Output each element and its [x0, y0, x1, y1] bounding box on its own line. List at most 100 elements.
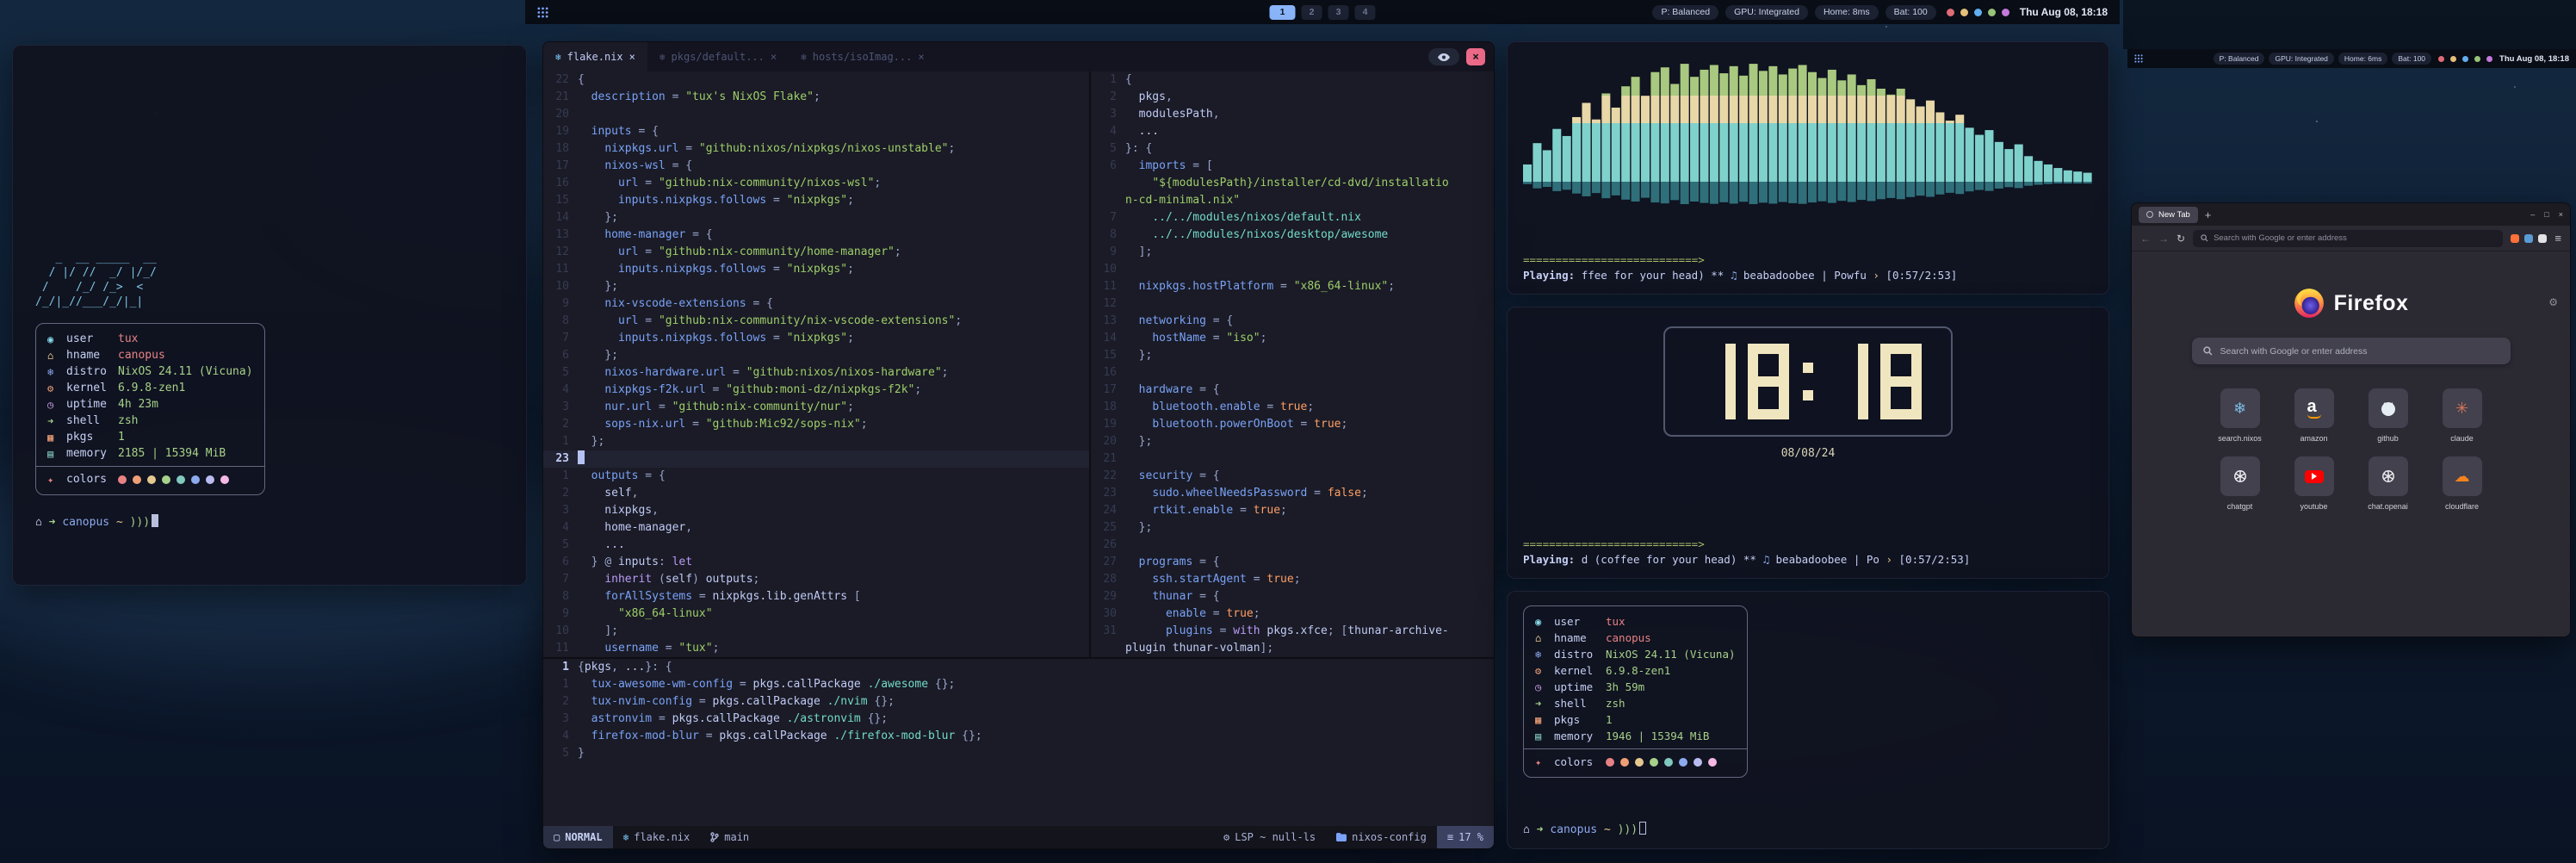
tray-icon-4[interactable]	[1988, 9, 1996, 16]
editor-tab-2[interactable]: ❄hosts/isoImag...×	[789, 42, 936, 71]
line-number: 1	[543, 676, 578, 693]
code-line: 17 hardware = {	[1091, 382, 1494, 399]
tray-icon-3[interactable]	[1974, 9, 1982, 16]
fetch-window[interactable]: ◉usertux⌂hnamecanopus❄distroNixOS 24.11 …	[1507, 591, 2109, 849]
code-line: 4 firefox-mod-blur = pkgs.callPackage ./…	[543, 728, 1494, 745]
newtab-search-bar[interactable]: Search with Google or enter address	[2192, 338, 2511, 364]
code-pane-bottom[interactable]: 1{pkgs, ...}: {1 tux-awesome-wm-config =…	[543, 659, 1494, 826]
line-number: 11	[543, 261, 578, 278]
browser-tab[interactable]: New Tab	[2139, 207, 2198, 223]
tab-close-icon[interactable]: ×	[771, 51, 777, 63]
status-pill-3[interactable]: Bat: 100	[2392, 53, 2431, 65]
code-line: 19 inputs = {	[543, 123, 1089, 140]
shortcut-youtube[interactable]: youtube	[2277, 456, 2351, 511]
editor-tab-0[interactable]: ❄flake.nix×	[543, 42, 647, 71]
tab-close-icon[interactable]: ×	[629, 51, 635, 63]
editor-tab-1[interactable]: ❄pkgs/default...×	[647, 42, 789, 71]
reload-button[interactable]: ↻	[2177, 233, 2185, 245]
code-pane-left[interactable]: 22{21 description = "tux's NixOS Flake";…	[543, 71, 1089, 657]
code-line: 5 nixos-hardware.url = "github:nixos/nix…	[543, 364, 1089, 382]
code-text: };	[578, 347, 618, 364]
minimize-button[interactable]: –	[2530, 210, 2535, 219]
tray-icon-1[interactable]	[2438, 56, 2444, 62]
extension-icon-3[interactable]	[2538, 234, 2547, 243]
tray-icon-4[interactable]	[2474, 56, 2480, 62]
visualizer-window[interactable]: ===========================> Playing: ff…	[1507, 41, 2109, 295]
tray-icon-2[interactable]	[1960, 9, 1968, 16]
shortcut-chat.openai[interactable]: chat.openai	[2351, 456, 2425, 511]
clock-window[interactable]: 08/08/24 ===========================> Pl…	[1507, 307, 2109, 579]
workspace-button-4[interactable]: 4	[1355, 5, 1376, 20]
fetch-row: ▦pkgs1	[1535, 711, 1736, 728]
close-button[interactable]: ×	[2559, 210, 2563, 219]
bar-clock[interactable]: Thu Aug 08, 18:18	[2499, 54, 2569, 64]
fetch-label: kernel	[1554, 664, 1606, 677]
preview-toggle-button[interactable]	[1428, 48, 1459, 65]
line-number: 3	[543, 399, 578, 416]
shortcut-icon-box	[2294, 456, 2334, 496]
status-pill-0[interactable]: P: Balanced	[2214, 53, 2265, 65]
shortcut-amazon[interactable]: aamazon	[2277, 388, 2351, 443]
bar-clock[interactable]: Thu Aug 08, 18:18	[2020, 6, 2108, 18]
tray-icon-2[interactable]	[2450, 56, 2456, 62]
fetch-divider	[36, 466, 264, 467]
window-controls: –□ ×	[2530, 210, 2563, 219]
code-line: 23	[543, 450, 1089, 468]
prompt-panel[interactable]: ⌂ ➜ canopus ~ )))	[1523, 822, 2093, 836]
shortcut-cloudflare[interactable]: ☁cloudflare	[2425, 456, 2499, 511]
fetch-label: shell	[66, 414, 118, 427]
tray-icon-1[interactable]	[1947, 9, 1954, 16]
line-number: 4	[543, 519, 578, 537]
line-number: 1	[543, 433, 578, 450]
fetch-value: zsh	[118, 414, 138, 427]
code-text: nix-vscode-extensions = {	[578, 295, 773, 313]
status-pill-1[interactable]: GPU: Integrated	[2269, 53, 2333, 65]
workspace-button-2[interactable]: 2	[1302, 5, 1322, 20]
shortcut-search.nixos[interactable]: ❄search.nixos	[2203, 388, 2277, 443]
tray-icon-5[interactable]	[2002, 9, 2009, 16]
app-launcher-icon[interactable]	[537, 7, 548, 18]
tray-icon-3[interactable]	[2462, 56, 2468, 62]
window-close-button[interactable]: ×	[1466, 48, 1485, 65]
fetch-label: memory	[1554, 730, 1606, 742]
workspace-button-1[interactable]: 1	[1270, 5, 1296, 20]
code-line: 11 username = "tux";	[543, 640, 1089, 657]
shortcut-claude[interactable]: ✳claude	[2425, 388, 2499, 443]
status-pill-3[interactable]: Bat: 100	[1886, 5, 1936, 20]
tab-close-icon[interactable]: ×	[918, 51, 924, 63]
code-pane-right[interactable]: 1{2 pkgs,3 modulesPath,4 ...5}: {6 impor…	[1091, 71, 1494, 657]
new-tab-button[interactable]: +	[2205, 208, 2212, 221]
status-pill-0[interactable]: P: Balanced	[1652, 5, 1718, 20]
status-pill-2[interactable]: Home: 6ms	[2338, 53, 2387, 65]
line-number: 28	[1091, 571, 1125, 588]
prompt-part: ⌂	[35, 516, 49, 529]
extension-icon-2[interactable]	[2524, 234, 2533, 243]
branch-segment: main	[700, 826, 759, 848]
terminal-window-left[interactable]: _ __ _____ __ / |/ // _/ |/_/ / /_/ /_> …	[12, 45, 527, 586]
workspace-button-3[interactable]: 3	[1328, 5, 1349, 20]
line-number: 10	[543, 623, 578, 640]
status-pill-2[interactable]: Home: 8ms	[1815, 5, 1879, 20]
extension-icon-1[interactable]	[2511, 234, 2519, 243]
code-text: sudo.wheelNeedsPassword = false;	[1125, 485, 1368, 502]
maximize-button[interactable]: □	[2544, 210, 2548, 219]
menu-button[interactable]: ≡	[2554, 232, 2561, 245]
line-number: 2	[543, 485, 578, 502]
app-launcher-icon[interactable]	[2134, 54, 2143, 63]
playing-artist: beabadoobee | Po	[1776, 553, 1886, 566]
openai-icon	[2232, 468, 2249, 485]
digital-clock	[1663, 326, 1953, 437]
personalize-gear-icon[interactable]: ⚙	[2548, 296, 2558, 308]
code-text: nixpkgs.url = "github:nixos/nixpkgs/nixo…	[578, 140, 955, 158]
status-pill-1[interactable]: GPU: Integrated	[1725, 5, 1808, 20]
code-text: ../../modules/nixos/desktop/awesome	[1125, 227, 1388, 244]
back-button[interactable]: ←	[2140, 233, 2151, 245]
code-line: 7 inputs.nixpkgs.follows = "nixpkgs";	[543, 330, 1089, 347]
shortcut-chatgpt[interactable]: chatgpt	[2203, 456, 2277, 511]
code-text: n-cd-minimal.nix"	[1125, 192, 1240, 209]
prompt-left[interactable]: ⌂ ➜ canopus ~ )))	[35, 514, 504, 529]
url-bar[interactable]: Search with Google or enter address	[2193, 230, 2503, 247]
tray-icon-5[interactable]	[2486, 56, 2492, 62]
forward-button[interactable]: →	[2158, 233, 2169, 245]
shortcut-github[interactable]: github	[2351, 388, 2425, 443]
